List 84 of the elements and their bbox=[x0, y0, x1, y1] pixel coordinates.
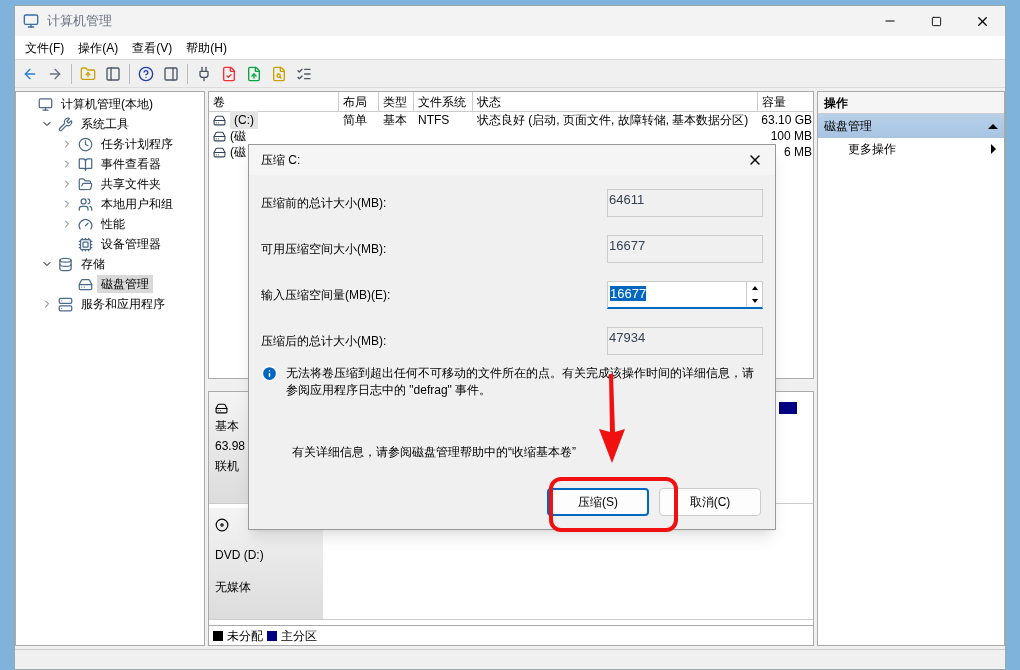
help-icon bbox=[138, 65, 154, 82]
disk-info: 无媒体 bbox=[215, 579, 251, 596]
table-cell-text: 63.10 GB bbox=[761, 112, 812, 129]
tree-item[interactable]: 存储 bbox=[77, 255, 109, 273]
file-search-icon bbox=[271, 65, 287, 82]
tools-icon bbox=[58, 116, 73, 132]
help-text: 有关详细信息，请参阅磁盘管理帮助中的“收缩基本卷” bbox=[292, 445, 576, 459]
disk-info: 63.98 bbox=[215, 438, 246, 455]
table-cell-text: 状态良好 (启动, 页面文件, 故障转储, 基本数据分区) bbox=[477, 112, 749, 129]
tree-item[interactable]: 共享文件夹 bbox=[97, 175, 165, 193]
tree-item[interactable]: 任务计划程序 bbox=[97, 135, 177, 153]
plug-icon bbox=[196, 65, 212, 82]
column-header[interactable]: 布局 bbox=[339, 92, 379, 111]
submenu-icon bbox=[991, 144, 996, 154]
book-icon bbox=[78, 156, 93, 172]
drive-icon bbox=[213, 145, 226, 159]
spin-field[interactable]: 16677 bbox=[607, 281, 763, 309]
field-label: 可用压缩空间大小(MB): bbox=[261, 241, 388, 258]
table-cell[interactable]: (C:) bbox=[230, 111, 258, 129]
tree-item[interactable]: 设备管理器 bbox=[97, 235, 165, 253]
legend-label: 未分配 bbox=[227, 627, 263, 645]
readonly-field: 64611 bbox=[607, 189, 763, 217]
actions-title: 操作 bbox=[818, 92, 1004, 114]
device-icon bbox=[78, 236, 93, 252]
computer-icon bbox=[38, 96, 53, 112]
drive-icon bbox=[213, 113, 226, 127]
tree-item[interactable]: 磁盘管理 bbox=[97, 275, 153, 293]
gauge-icon bbox=[78, 216, 93, 232]
menu-item[interactable]: 文件(F) bbox=[19, 38, 71, 57]
legend-label: 主分区 bbox=[281, 627, 317, 645]
tree-item[interactable]: 系统工具 bbox=[77, 115, 133, 133]
table-cell[interactable]: (磁 bbox=[230, 127, 246, 145]
menu-item[interactable]: 查看(V) bbox=[126, 38, 179, 57]
column-header[interactable]: 容量 bbox=[758, 92, 813, 111]
actions-section[interactable]: 磁盘管理 bbox=[818, 114, 1004, 138]
dialog-button[interactable]: 压缩(S) bbox=[547, 488, 649, 516]
column-header[interactable]: 文件系统 bbox=[414, 92, 473, 111]
panel-icon bbox=[105, 65, 121, 82]
tree-item[interactable]: 服务和应用程序 bbox=[77, 295, 169, 313]
storage-icon bbox=[58, 256, 73, 272]
field-label: 压缩后的总计大小(MB): bbox=[261, 333, 388, 350]
table-cell-text: NTFS bbox=[418, 112, 450, 129]
table-cell-text: 基本 bbox=[383, 112, 407, 129]
disk-info: 基本 bbox=[215, 418, 239, 435]
action-item[interactable]: 更多操作 bbox=[818, 138, 1004, 160]
folder-icon bbox=[78, 176, 93, 192]
table-cell-text: 简单 bbox=[343, 112, 367, 129]
disc-drive-icon bbox=[215, 518, 229, 532]
drive-icon bbox=[215, 402, 228, 415]
tree-item[interactable]: 本地用户和组 bbox=[97, 195, 177, 213]
dialog-button[interactable]: 取消(C) bbox=[659, 488, 761, 516]
document-check-icon bbox=[221, 65, 237, 82]
dialog-title: 压缩 C: bbox=[261, 152, 301, 169]
disk-info: 联机 bbox=[215, 458, 239, 475]
folder-up-icon bbox=[80, 65, 96, 82]
readonly-field: 47934 bbox=[607, 327, 763, 355]
file-up-icon bbox=[246, 65, 262, 82]
tree-item[interactable]: 计算机管理(本地) bbox=[57, 95, 157, 113]
info-icon bbox=[261, 365, 278, 382]
server-icon bbox=[58, 296, 73, 312]
table-cell[interactable]: (磁 bbox=[230, 143, 246, 161]
computer-icon bbox=[23, 13, 39, 29]
menu-item[interactable]: 帮助(H) bbox=[180, 38, 233, 57]
tree-item[interactable]: 事件查看器 bbox=[97, 155, 165, 173]
table-cell-text: 100 MB bbox=[770, 128, 812, 145]
readonly-field: 16677 bbox=[607, 235, 763, 263]
users-icon bbox=[78, 196, 93, 212]
field-value: 16677 bbox=[610, 286, 647, 301]
collapse-icon[interactable] bbox=[988, 123, 998, 129]
partition-bar bbox=[779, 402, 797, 414]
table-cell-text: 6 MB bbox=[784, 144, 812, 161]
column-header[interactable]: 类型 bbox=[379, 92, 414, 111]
maximize-icon bbox=[930, 15, 942, 27]
drive-icon bbox=[213, 129, 226, 143]
menu-item[interactable]: 操作(A) bbox=[72, 38, 125, 57]
field-label: 压缩前的总计大小(MB): bbox=[261, 195, 388, 212]
drive-icon bbox=[78, 276, 93, 292]
field-label: 输入压缩空间量(MB)(E): bbox=[261, 287, 392, 304]
column-header[interactable]: 状态 bbox=[473, 92, 758, 111]
tree-item[interactable]: 性能 bbox=[97, 215, 129, 233]
clock-icon bbox=[78, 136, 93, 152]
panel-icon bbox=[163, 65, 179, 82]
window-title: 计算机管理 bbox=[47, 12, 112, 31]
disk-info: DVD (D:) bbox=[215, 547, 264, 564]
